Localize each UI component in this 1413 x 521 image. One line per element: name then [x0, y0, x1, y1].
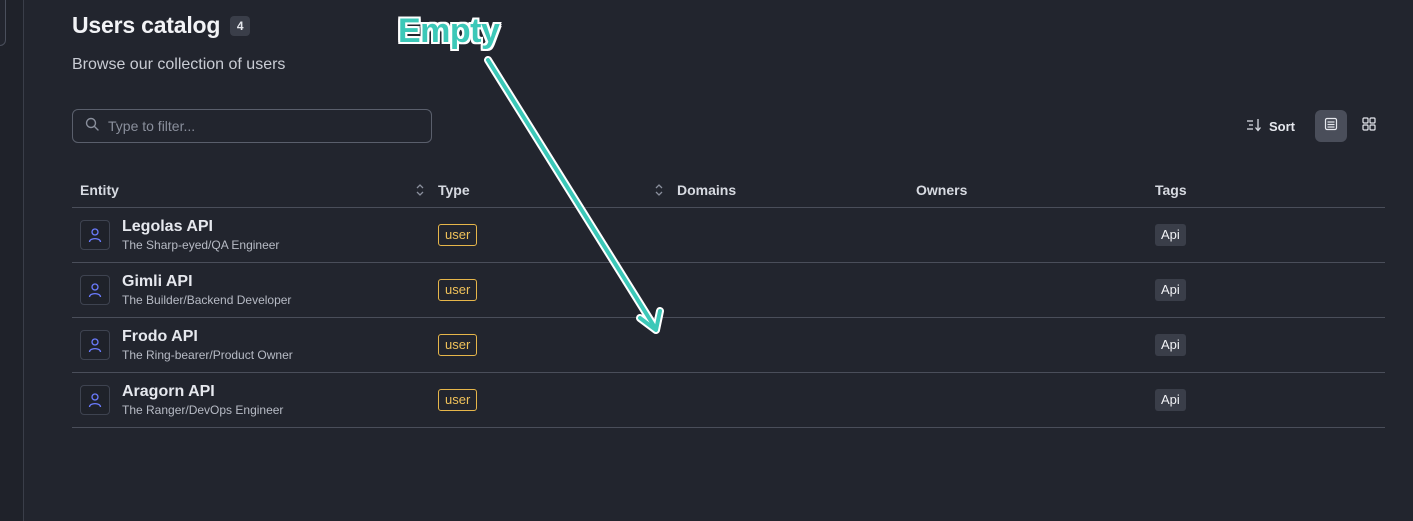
page-subtitle: Browse our collection of users — [72, 56, 286, 73]
sort-icon — [1246, 118, 1262, 135]
entity-cell: Frodo API The Ring-bearer/Product Owner — [72, 317, 430, 373]
entity-name[interactable]: Legolas API — [122, 217, 279, 236]
user-icon — [80, 219, 110, 250]
column-header-owners: Owners — [908, 174, 1147, 208]
type-cell: user — [430, 262, 669, 318]
tags-cell: Api — [1147, 207, 1385, 263]
entity-cell: Gimli API The Builder/Backend Developer — [72, 262, 430, 318]
sidebar-toggle[interactable] — [0, 0, 6, 46]
list-view-button[interactable] — [1315, 110, 1347, 142]
sidebar — [0, 0, 24, 521]
filter-box[interactable] — [72, 109, 432, 143]
domains-cell — [669, 317, 908, 373]
sort-arrows-icon — [416, 183, 424, 200]
toolbar: Sort — [1236, 110, 1385, 142]
entity-description: The Builder/Backend Developer — [122, 293, 292, 307]
entity-description: The Ring-bearer/Product Owner — [122, 348, 293, 362]
count-badge: 4 — [230, 15, 251, 36]
type-badge: user — [438, 388, 478, 411]
entity-description: The Sharp-eyed/QA Engineer — [122, 238, 280, 252]
type-badge: user — [438, 223, 478, 246]
owners-cell — [908, 317, 1147, 373]
user-icon — [80, 329, 110, 360]
grid-icon — [1362, 116, 1376, 136]
column-header-entity[interactable]: Entity — [72, 174, 430, 208]
column-header-domains: Domains — [669, 174, 908, 208]
column-header-label: Type — [438, 182, 470, 199]
entity-name[interactable]: Frodo API — [122, 327, 293, 346]
sort-arrows-icon — [655, 183, 663, 200]
tag-badge[interactable]: Api — [1155, 278, 1186, 301]
title-row: Users catalog 4 — [72, 12, 251, 39]
filter-input[interactable] — [108, 118, 408, 134]
user-icon — [80, 384, 110, 415]
search-icon — [85, 117, 99, 136]
entity-cell: Aragorn API The Ranger/DevOps Engineer — [72, 372, 430, 428]
column-header-label: Entity — [80, 182, 119, 199]
sort-label: Sort — [1269, 118, 1295, 134]
owners-cell — [908, 262, 1147, 318]
tags-cell: Api — [1147, 317, 1385, 373]
type-cell: user — [430, 372, 669, 428]
type-badge: user — [438, 333, 478, 356]
table-row[interactable]: Gimli API The Builder/Backend Developer … — [72, 262, 1385, 318]
tag-badge[interactable]: Api — [1155, 333, 1186, 356]
type-cell: user — [430, 207, 669, 263]
owners-cell — [908, 372, 1147, 428]
domains-cell — [669, 372, 908, 428]
table-row[interactable]: Frodo API The Ring-bearer/Product Owner … — [72, 317, 1385, 373]
entity-cell: Legolas API The Sharp-eyed/QA Engineer — [72, 207, 430, 263]
users-table: Entity Type Domains Owners Tags Legolas … — [72, 174, 1385, 428]
tags-cell: Api — [1147, 372, 1385, 428]
table-header-row: Entity Type Domains Owners Tags — [72, 174, 1385, 208]
annotation-label: Empty — [398, 12, 500, 50]
tag-badge[interactable]: Api — [1155, 388, 1186, 411]
table-row[interactable]: Legolas API The Sharp-eyed/QA Engineer u… — [72, 207, 1385, 263]
column-header-type[interactable]: Type — [430, 174, 669, 208]
entity-description: The Ranger/DevOps Engineer — [122, 403, 284, 417]
list-icon — [1324, 117, 1338, 136]
column-header-tags: Tags — [1147, 174, 1385, 208]
page-title: Users catalog — [72, 12, 221, 38]
grid-view-button[interactable] — [1353, 110, 1385, 142]
entity-name[interactable]: Aragorn API — [122, 382, 283, 401]
sort-button[interactable]: Sort — [1236, 110, 1309, 142]
tags-cell: Api — [1147, 262, 1385, 318]
entity-name[interactable]: Gimli API — [122, 272, 291, 291]
type-cell: user — [430, 317, 669, 373]
owners-cell — [908, 207, 1147, 263]
domains-cell — [669, 262, 908, 318]
domains-cell — [669, 207, 908, 263]
user-icon — [80, 274, 110, 305]
tag-badge[interactable]: Api — [1155, 223, 1186, 246]
table-row[interactable]: Aragorn API The Ranger/DevOps Engineer u… — [72, 372, 1385, 428]
type-badge: user — [438, 278, 478, 301]
